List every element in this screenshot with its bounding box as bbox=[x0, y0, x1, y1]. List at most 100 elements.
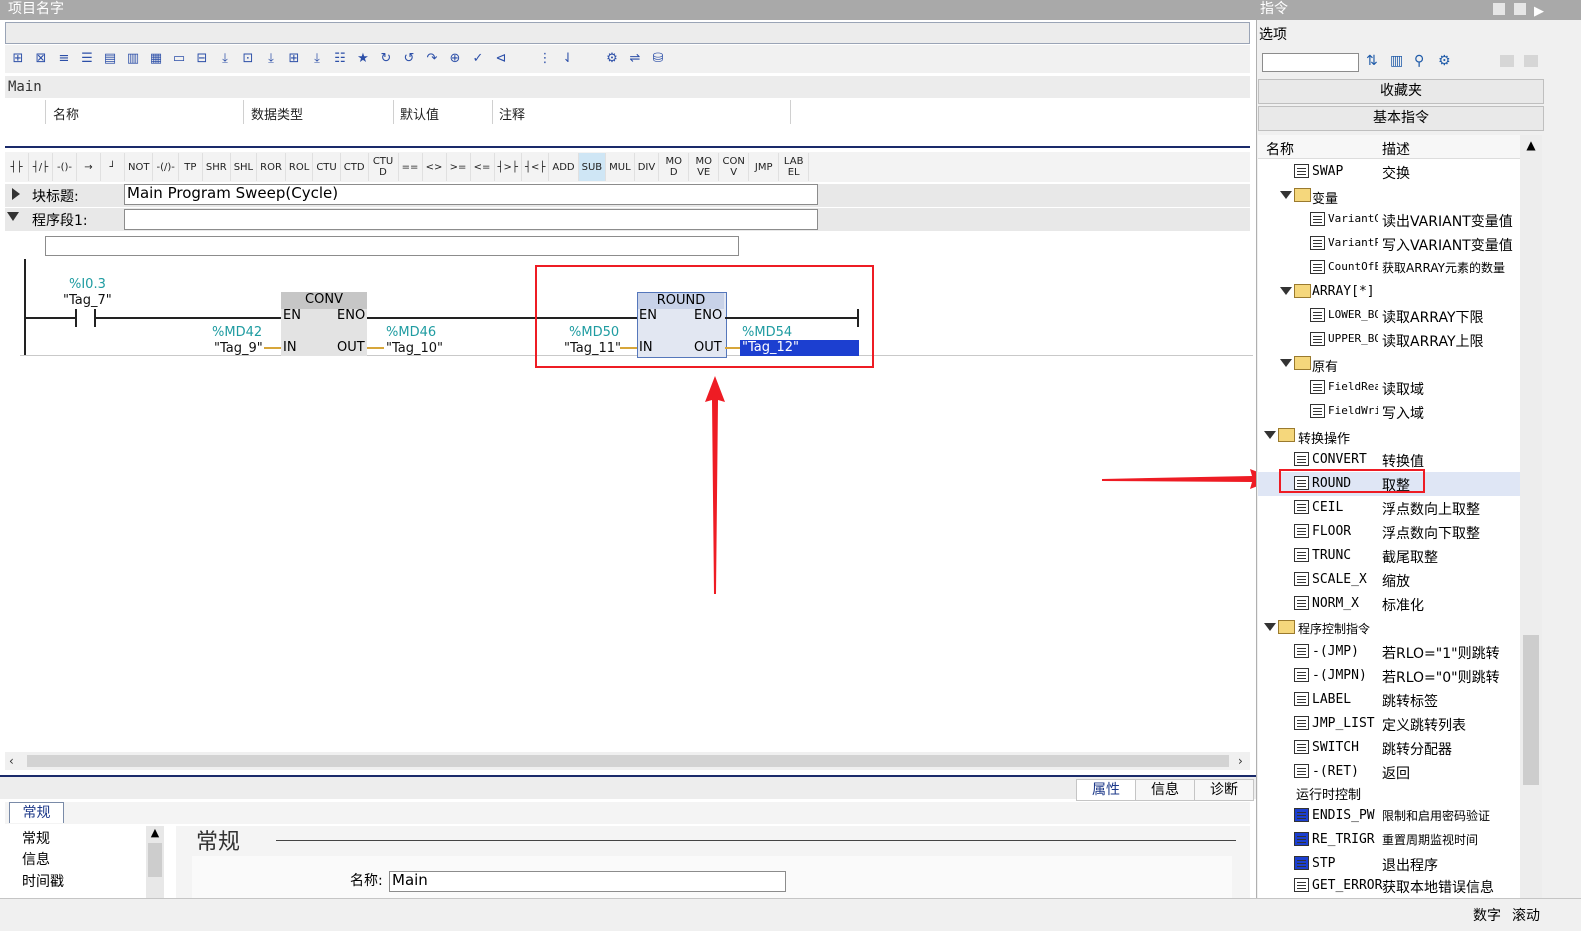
nav-timestamp[interactable]: 时间戳 bbox=[22, 871, 64, 891]
conv-button[interactable]: CON V bbox=[719, 153, 750, 181]
list-view-icon[interactable] bbox=[1524, 55, 1538, 67]
insert-network-icon[interactable]: ⊞ bbox=[7, 48, 29, 70]
tab-diagnostics[interactable]: 诊断 bbox=[1194, 779, 1254, 801]
instr-upper-bound[interactable]: UPPER_BOUND读取ARRAY上限 bbox=[1258, 328, 1520, 352]
conv-out-address[interactable]: %MD46 bbox=[386, 325, 436, 340]
name-field[interactable]: Main bbox=[389, 871, 786, 892]
view-icon[interactable]: ▦ bbox=[145, 48, 167, 70]
close-branch-button[interactable]: ┘ bbox=[101, 153, 125, 181]
instr-re-trigr[interactable]: RE_TRIGR 重置周期监视时间 bbox=[1258, 828, 1520, 852]
instr-swap[interactable]: SWAP 交换 bbox=[1258, 160, 1520, 184]
coil-button[interactable]: -()- bbox=[53, 153, 77, 181]
clear-icon[interactable]: ▤ bbox=[99, 48, 121, 70]
instr-norm-x[interactable]: NORM_X 标准化 bbox=[1258, 592, 1520, 616]
scroll-up-icon[interactable]: ▲ bbox=[1520, 138, 1542, 152]
no-contact-button[interactable]: ┤├ bbox=[5, 153, 29, 181]
add-button[interactable]: ADD bbox=[549, 153, 579, 181]
ctud-button[interactable]: CTU D bbox=[369, 153, 399, 181]
instr-jmp[interactable]: -(JMP) 若RLO="1"则跳转 bbox=[1258, 640, 1520, 664]
instr-lower-bound[interactable]: LOWER_BOUND读取ARRAY下限 bbox=[1258, 304, 1520, 328]
instr-fieldread[interactable]: FieldRead读取域 bbox=[1258, 376, 1520, 400]
mod-button[interactable]: MO D bbox=[659, 153, 690, 181]
shl-button[interactable]: SHL bbox=[231, 153, 258, 181]
instr-stp[interactable]: STP 退出程序 bbox=[1258, 852, 1520, 876]
instructions-search-input[interactable] bbox=[1262, 53, 1359, 72]
folder-variable[interactable]: 变量 bbox=[1258, 184, 1520, 208]
nav-scrollbar[interactable]: ▲ bbox=[146, 826, 164, 898]
col-desc[interactable]: 描述 bbox=[1382, 139, 1410, 159]
symbol-icon[interactable]: ⊞ bbox=[283, 48, 305, 70]
contact-tag[interactable]: "Tag_7" bbox=[63, 293, 112, 308]
filter-icon[interactable]: ⚲ bbox=[1414, 53, 1424, 69]
layout-icon[interactable] bbox=[1500, 55, 1514, 67]
instr-ceil[interactable]: CEIL 浮点数向上取整 bbox=[1258, 496, 1520, 520]
network-title-input[interactable] bbox=[124, 209, 818, 230]
jump-icon[interactable]: ↷ bbox=[421, 48, 443, 70]
database-icon[interactable]: ⛁ bbox=[647, 48, 669, 70]
folder-runtime-control[interactable]: 运行时控制 bbox=[1258, 780, 1520, 804]
add-row-icon[interactable]: ☰ bbox=[76, 48, 98, 70]
watch-icon[interactable]: ⊲ bbox=[490, 48, 512, 70]
collapse-arrow-icon[interactable] bbox=[7, 212, 19, 221]
conv-out-tag[interactable]: "Tag_10" bbox=[386, 341, 443, 356]
instr-variantget[interactable]: VariantGet读出VARIANT变量值 bbox=[1258, 208, 1520, 232]
nc-contact-button[interactable]: ┤/├ bbox=[29, 153, 53, 181]
conv-in-tag[interactable]: "Tag_9" bbox=[214, 341, 263, 356]
instr-scale-x[interactable]: SCALE_X 缩放 bbox=[1258, 568, 1520, 592]
le-button[interactable]: <= bbox=[471, 153, 495, 181]
conv-in-address[interactable]: %MD42 bbox=[212, 325, 262, 340]
folder-legacy[interactable]: 原有 bbox=[1258, 352, 1520, 376]
scrollbar-thumb[interactable] bbox=[27, 755, 1229, 767]
download-icon[interactable]: ⤓ bbox=[214, 48, 236, 70]
scroll-left-icon[interactable]: ‹ bbox=[9, 754, 14, 768]
instr-countofelements[interactable]: CountOfElements获取ARRAY元素的数量 bbox=[1258, 256, 1520, 280]
move-button[interactable]: MO VE bbox=[689, 153, 720, 181]
instr-trunc[interactable]: TRUNC 截尾取整 bbox=[1258, 544, 1520, 568]
insert-row-icon[interactable]: ≡ bbox=[53, 48, 75, 70]
negated-coil-button[interactable]: -(/)- bbox=[153, 153, 179, 181]
shr-button[interactable]: SHR bbox=[203, 153, 231, 181]
open-branch-button[interactable]: → bbox=[77, 153, 101, 181]
instr-endis-pw[interactable]: ENDIS_PW 限制和启用密码验证 bbox=[1258, 804, 1520, 828]
restore-icon[interactable] bbox=[1514, 3, 1526, 15]
scroll-right-icon[interactable]: › bbox=[1238, 754, 1243, 768]
div-button[interactable]: DIV bbox=[635, 153, 660, 181]
nav-info[interactable]: 信息 bbox=[22, 849, 50, 869]
label-button[interactable]: LAB EL bbox=[779, 153, 810, 181]
stop-icon[interactable]: ↺ bbox=[398, 48, 420, 70]
eq-button[interactable]: == bbox=[399, 153, 423, 181]
ge-button[interactable]: >= bbox=[447, 153, 471, 181]
editor-horizontal-scrollbar[interactable]: ‹ › bbox=[5, 752, 1250, 770]
rol-button[interactable]: ROL bbox=[286, 153, 314, 181]
instr-fieldwrite[interactable]: FieldWrite写入域 bbox=[1258, 400, 1520, 424]
favorites-section[interactable]: 收藏夹 bbox=[1258, 79, 1544, 104]
favorite-icon[interactable]: ★ bbox=[352, 48, 374, 70]
refresh-icon[interactable]: ↻ bbox=[375, 48, 397, 70]
folder-conversion[interactable]: 转换操作 bbox=[1258, 424, 1520, 448]
delete-network-icon[interactable]: ⊠ bbox=[30, 48, 52, 70]
not-button[interactable]: NOT bbox=[125, 153, 154, 181]
expand-arrow-icon[interactable] bbox=[12, 188, 20, 200]
column-name[interactable]: 名称 bbox=[53, 104, 79, 123]
instr-jmpn[interactable]: -(JMPN) 若RLO="0"则跳转 bbox=[1258, 664, 1520, 688]
instr-variantput[interactable]: VariantPut写入VARIANT变量值 bbox=[1258, 232, 1520, 256]
contact-left-bar[interactable] bbox=[75, 309, 77, 327]
block-title-input[interactable]: Main Program Sweep(Cycle) bbox=[124, 184, 818, 205]
expand-icon[interactable]: ⤓ bbox=[260, 48, 282, 70]
ror-button[interactable]: ROR bbox=[257, 153, 286, 181]
tp-button[interactable]: TP bbox=[179, 153, 203, 181]
tab-properties[interactable]: 属性 bbox=[1076, 779, 1136, 801]
ctd-button[interactable]: CTD bbox=[341, 153, 369, 181]
absolute-address-icon[interactable]: ⊟ bbox=[191, 48, 213, 70]
gt-button[interactable]: ┤>├ bbox=[495, 153, 522, 181]
table-icon[interactable]: ☷ bbox=[329, 48, 351, 70]
instr-get-error[interactable]: GET_ERROR 获取本地错误信息 bbox=[1258, 874, 1520, 898]
call-structure-icon[interactable]: ⋮ bbox=[534, 48, 556, 70]
mul-button[interactable]: MUL bbox=[606, 153, 635, 181]
scroll-up-icon[interactable]: ▲ bbox=[146, 826, 164, 839]
folder-program-control[interactable]: 程序控制指令 bbox=[1258, 616, 1520, 640]
sort-icon[interactable]: ⇅ bbox=[1366, 53, 1378, 69]
instr-floor[interactable]: FLOOR 浮点数向下取整 bbox=[1258, 520, 1520, 544]
sub-button[interactable]: SUB bbox=[578, 153, 607, 181]
chart-icon[interactable]: ▥ bbox=[1390, 53, 1403, 69]
